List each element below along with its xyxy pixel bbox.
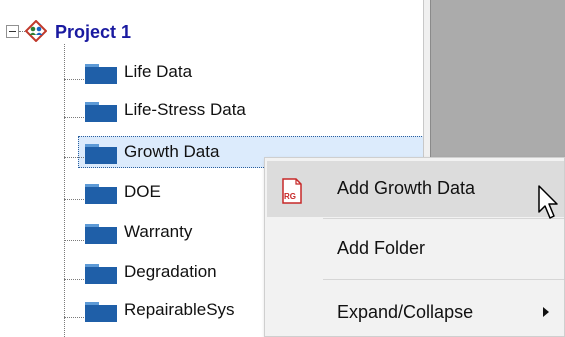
tree-connector [64,79,84,80]
tree-connector [64,240,84,241]
menu-item-add-growth-data[interactable]: RG Add Growth Data [267,161,564,217]
menu-item-label: Add Growth Data [337,178,476,198]
tree-connector [64,317,84,318]
growth-data-icon: RG [282,178,302,204]
menu-separator [323,218,564,219]
tree-item-label: Life Data [124,62,193,81]
project-label[interactable]: Project 1 [55,20,131,44]
tree-connector [64,199,84,200]
tree-connector [64,279,84,280]
tree-item-label: RepairableSys [124,300,235,319]
tree-item-label: Degradation [124,262,217,281]
tree-item-label: Warranty [124,222,193,241]
mouse-cursor-icon [538,185,558,219]
menu-item-expand-collapse[interactable]: Expand/Collapse [337,300,473,324]
folder-icon [85,144,117,164]
tree-item-label: DOE [124,182,161,201]
tree-connector [64,157,84,158]
folder-icon [85,302,117,322]
tree-connector [64,117,84,118]
folder-icon [85,102,117,122]
tree-item-label: Life-Stress Data [124,100,246,119]
tree-item-label: Growth Data [124,142,220,161]
submenu-arrow-icon [543,307,549,317]
collapse-icon[interactable] [6,25,19,38]
context-menu: RG Add Growth Data Add Folder Expand/Col… [264,157,565,337]
folder-icon [85,64,117,84]
folder-icon [85,224,117,244]
project-icon [25,20,47,42]
folder-icon [85,184,117,204]
growth-data-icon-text: RG [284,192,296,201]
folder-icon [85,264,117,284]
menu-separator [323,279,564,280]
tree-connector [64,44,65,337]
menu-item-add-folder[interactable]: Add Folder [337,236,425,260]
